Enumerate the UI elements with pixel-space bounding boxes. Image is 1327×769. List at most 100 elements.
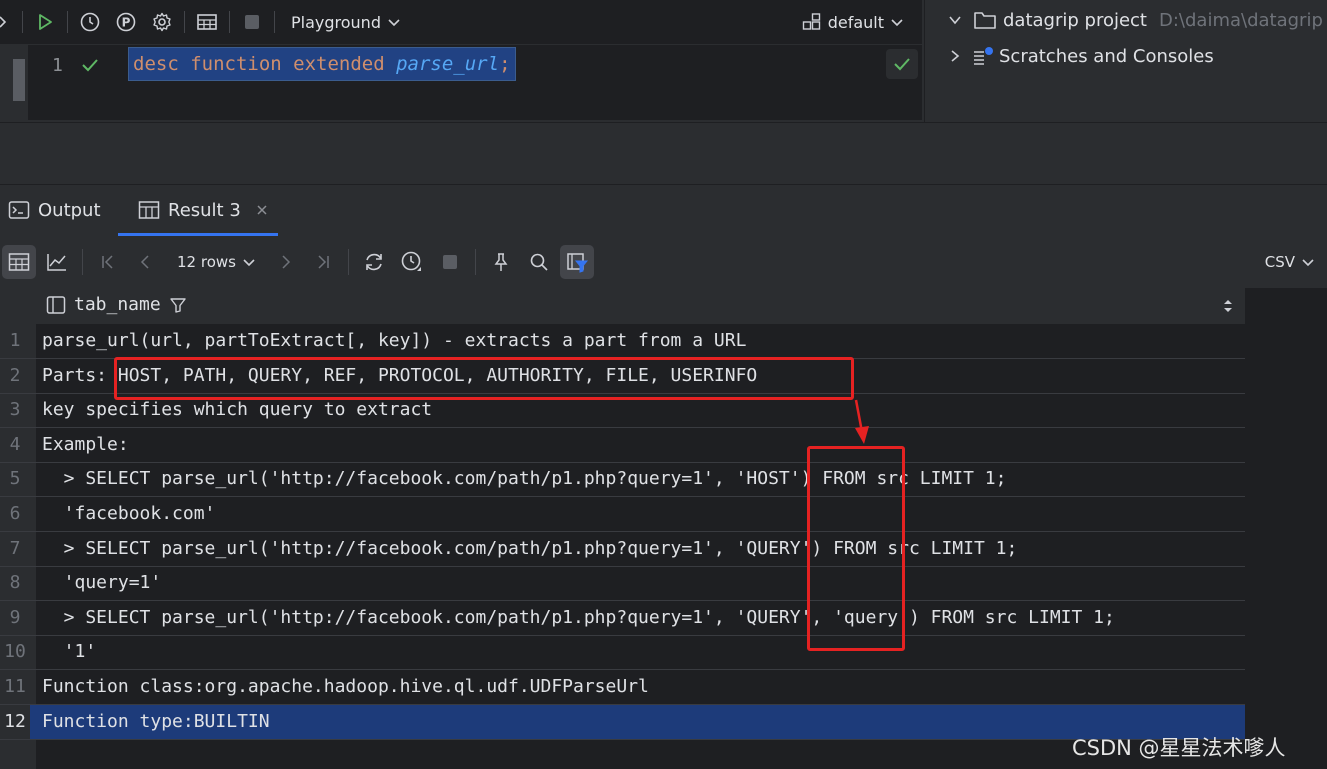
row-number[interactable]: 8 bbox=[0, 572, 30, 593]
sort-icon[interactable] bbox=[1222, 298, 1234, 314]
explain-plan-icon[interactable]: P bbox=[112, 8, 140, 36]
table-row[interactable]: 7 > SELECT parse_url('http://facebook.co… bbox=[0, 532, 1245, 567]
export-format-label: CSV bbox=[1264, 253, 1295, 271]
previous-page-icon[interactable] bbox=[129, 245, 163, 279]
table-row[interactable]: 9 > SELECT parse_url('http://facebook.co… bbox=[0, 601, 1245, 636]
row-number[interactable]: 2 bbox=[0, 365, 30, 386]
table-cell[interactable]: parse_url(url, partToExtract[, key]) - e… bbox=[42, 328, 746, 354]
chevron-down-icon bbox=[388, 19, 400, 27]
folder-icon bbox=[974, 12, 996, 29]
row-number[interactable]: 12 bbox=[0, 704, 30, 739]
table-cell[interactable]: Function type:BUILTIN bbox=[42, 709, 270, 735]
tree-item-project[interactable]: datagrip project D:\daima\datagrip bbox=[947, 5, 1323, 35]
row-number[interactable]: 10 bbox=[0, 641, 30, 662]
editor-toolbar: P Playground default bbox=[0, 0, 922, 45]
chevron-down-icon bbox=[891, 19, 903, 27]
collapse-icon[interactable] bbox=[0, 8, 10, 36]
row-number[interactable]: 4 bbox=[0, 434, 30, 455]
console-icon bbox=[8, 201, 30, 219]
project-panel: datagrip project D:\daima\datagrip Scrat… bbox=[924, 0, 1327, 122]
sql-terminator: ; bbox=[499, 53, 511, 75]
table-row[interactable]: 11 Function class:org.apache.hadoop.hive.… bbox=[0, 670, 1245, 705]
pin-tab-icon[interactable] bbox=[484, 245, 518, 279]
tab-output[interactable]: Output bbox=[8, 185, 101, 235]
table-mode-icon[interactable] bbox=[2, 245, 36, 279]
row-number[interactable]: 11 bbox=[0, 676, 30, 697]
panel-divider bbox=[0, 122, 1327, 185]
table-cell[interactable]: '1' bbox=[42, 639, 97, 665]
executed-check-icon bbox=[80, 55, 100, 75]
watermark: CSDN @星星法术嗲人 bbox=[1072, 736, 1286, 760]
tab-result[interactable]: Result 3 bbox=[138, 185, 269, 235]
sql-keywords: desc function extended bbox=[133, 53, 397, 75]
settings-gear-icon[interactable] bbox=[148, 8, 176, 36]
table-cell[interactable]: key specifies which query to extract bbox=[42, 397, 432, 423]
run-icon[interactable] bbox=[31, 8, 59, 36]
row-number[interactable]: 6 bbox=[0, 503, 30, 524]
highlight-box-part-args bbox=[807, 446, 905, 651]
chevron-right-icon[interactable] bbox=[947, 48, 963, 64]
tab-output-label: Output bbox=[38, 199, 101, 221]
chevron-down-icon[interactable] bbox=[947, 12, 963, 28]
row-number[interactable]: 3 bbox=[0, 399, 30, 420]
stop-icon[interactable] bbox=[238, 8, 266, 36]
chart-icon[interactable] bbox=[40, 245, 74, 279]
row-number[interactable]: 1 bbox=[0, 330, 30, 351]
row-number[interactable]: 7 bbox=[0, 538, 30, 559]
project-name: datagrip project bbox=[1003, 9, 1147, 31]
table-cell[interactable]: Example: bbox=[42, 432, 129, 458]
scroll-marker[interactable] bbox=[13, 59, 25, 101]
table-row[interactable]: 6 'facebook.com' bbox=[0, 497, 1245, 532]
cancel-query-icon[interactable] bbox=[433, 245, 467, 279]
grid-empty-area bbox=[1246, 288, 1327, 769]
auto-refresh-icon[interactable] bbox=[395, 245, 429, 279]
table-row[interactable]: 5 > SELECT parse_url('http://facebook.co… bbox=[0, 462, 1245, 498]
refresh-icon[interactable] bbox=[357, 245, 391, 279]
table-row[interactable]: 1 parse_url(url, partToExtract[, key]) - … bbox=[0, 324, 1245, 359]
table-row[interactable]: 10 '1' bbox=[0, 635, 1245, 671]
row-number[interactable]: 5 bbox=[0, 468, 30, 489]
first-page-icon[interactable] bbox=[91, 245, 125, 279]
line-number: 1 bbox=[52, 55, 63, 76]
table-row[interactable]: 12 Function type:BUILTIN bbox=[0, 704, 1245, 740]
close-icon[interactable] bbox=[255, 203, 269, 217]
tab-result-label: Result 3 bbox=[168, 199, 241, 221]
table-row[interactable]: 8 'query=1' bbox=[0, 566, 1245, 602]
column-name: tab_name bbox=[74, 294, 161, 315]
result-toolbar: 12 rows CSV bbox=[0, 236, 1327, 288]
search-icon[interactable] bbox=[522, 245, 556, 279]
export-format-selector[interactable]: CSV bbox=[1265, 253, 1315, 271]
table-cell[interactable]: Function class:org.apache.hadoop.hive.ql… bbox=[42, 674, 649, 700]
svg-text:P: P bbox=[122, 16, 131, 30]
page-size-selector[interactable]: 12 rows bbox=[177, 253, 256, 271]
project-path: D:\daima\datagrip bbox=[1159, 9, 1323, 31]
table-row[interactable]: 4 Example: bbox=[0, 428, 1245, 463]
services-tabs: Output Result 3 bbox=[0, 184, 1327, 237]
next-page-icon[interactable] bbox=[268, 245, 302, 279]
row-number[interactable]: 9 bbox=[0, 607, 30, 628]
table-cell[interactable]: 'facebook.com' bbox=[42, 501, 216, 527]
table-cell[interactable]: > SELECT parse_url('http://facebook.com/… bbox=[42, 605, 1115, 631]
table-view-icon[interactable] bbox=[193, 8, 221, 36]
schema-label: default bbox=[827, 12, 884, 32]
table-icon bbox=[138, 201, 160, 219]
grid-header: tab_name bbox=[0, 288, 1245, 324]
last-page-icon[interactable] bbox=[306, 245, 340, 279]
session-selector[interactable]: Playground bbox=[291, 13, 401, 32]
history-icon[interactable] bbox=[76, 8, 104, 36]
filter-view-icon[interactable] bbox=[559, 245, 594, 279]
column-icon bbox=[46, 295, 66, 314]
table-cell[interactable]: 'query=1' bbox=[42, 570, 162, 596]
highlight-box-parts bbox=[114, 357, 854, 400]
scratches-icon bbox=[974, 47, 993, 65]
rows-count: 12 rows bbox=[177, 253, 236, 271]
code-line[interactable]: desc function extended parse_url; bbox=[128, 47, 516, 81]
schema-selector[interactable]: default bbox=[802, 12, 904, 32]
inspection-status-icon[interactable] bbox=[886, 49, 918, 79]
sql-editor[interactable]: 1 desc function extended parse_url; bbox=[0, 45, 922, 120]
filter-icon[interactable] bbox=[169, 296, 187, 314]
sql-function-name: parse_url bbox=[396, 53, 500, 75]
column-header-tab-name[interactable]: tab_name bbox=[46, 294, 187, 315]
chevron-down-icon bbox=[243, 259, 255, 267]
tree-item-scratches[interactable]: Scratches and Consoles bbox=[947, 41, 1214, 71]
